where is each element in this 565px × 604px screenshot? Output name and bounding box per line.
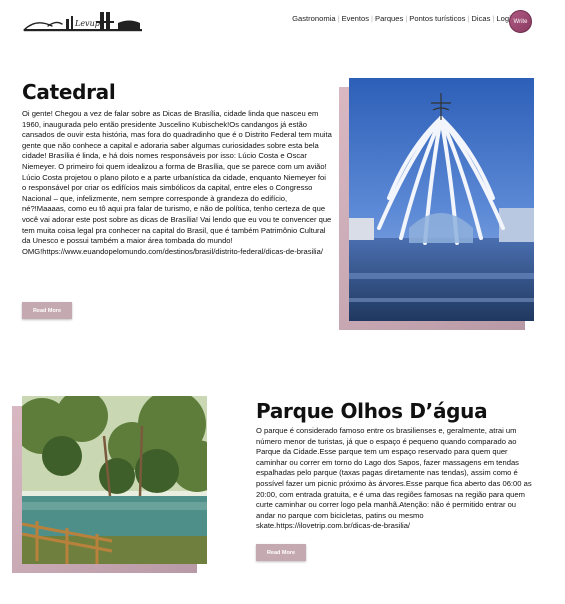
write-button[interactable]: Write [509,10,532,33]
read-more-button[interactable]: Read More [22,302,72,319]
nav-parques[interactable]: Parques [375,14,403,23]
nav-gastronomia[interactable]: Gastronomia [292,14,335,23]
main-nav: Gastronomia | Eventos | Parques | Pontos… [292,14,515,23]
nav-separator: | [371,14,374,23]
nav-eventos[interactable]: Eventos [342,14,369,23]
nav-pontos-turisticos[interactable]: Pontos turísticos [409,14,465,23]
nav-separator: | [467,14,470,23]
article-body: Oi gente! Chegou a vez de falar sobre as… [22,109,332,256]
read-more-button[interactable]: Read More [256,544,306,561]
article-title: Parque Olhos D’água [256,399,488,423]
nav-separator: | [492,14,495,23]
site-logo[interactable]: Levup [22,6,146,34]
article-body: O parque é considerado famoso entre os b… [256,426,532,531]
nav-dicas[interactable]: Dicas [471,14,490,23]
cathedral-image [349,78,534,321]
article-title: Catedral [22,80,116,104]
nav-separator: | [405,14,408,23]
park-image [22,396,207,564]
nav-separator: | [337,14,340,23]
logo-text: Levup [74,19,100,28]
